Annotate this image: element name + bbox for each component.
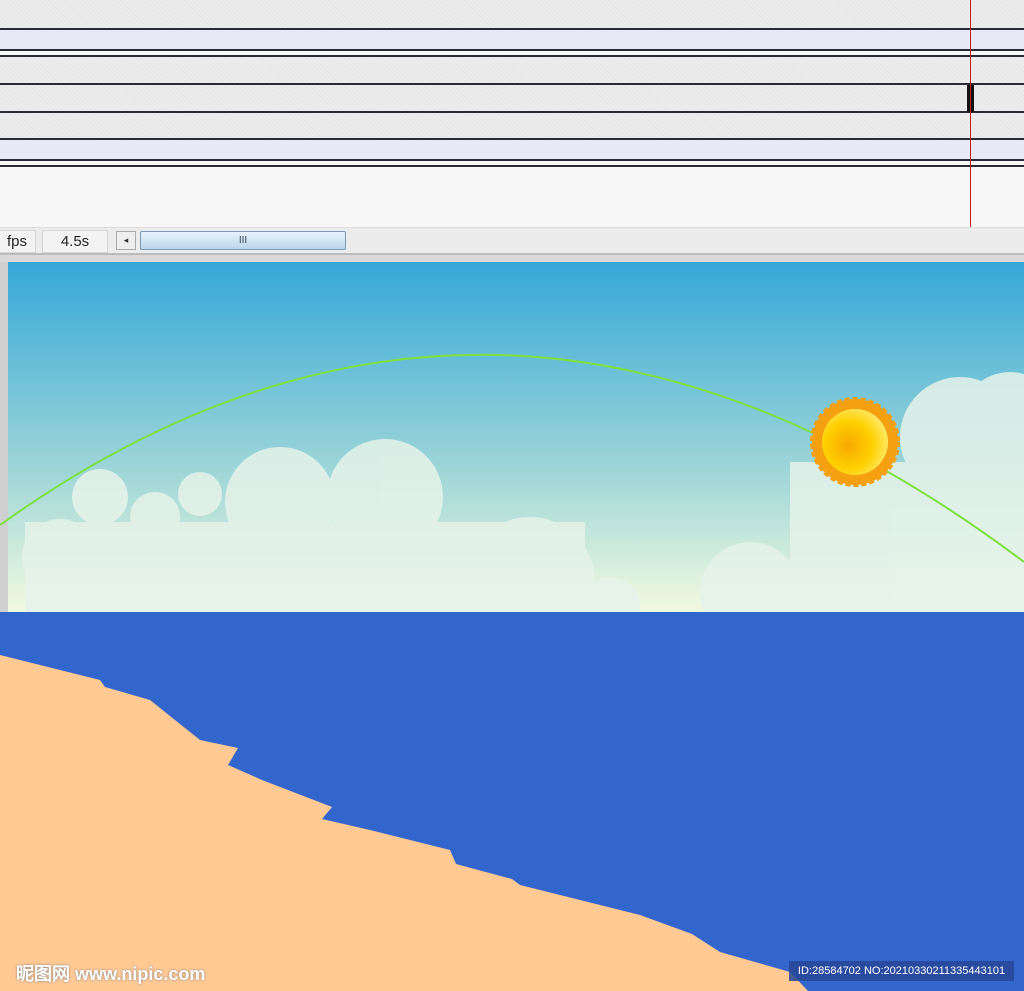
divider [0,111,1024,113]
timeline-layer[interactable] [0,85,1024,112]
timeline-layer[interactable] [0,30,1024,50]
timeline-layer[interactable] [0,113,1024,139]
watermark-logo: 昵图网 www.nipic.com [16,964,206,984]
fps-label: fps [0,230,36,253]
sun[interactable] [810,397,900,487]
divider [0,138,1024,140]
divider [0,49,1024,51]
watermark-id: ID:28584702 NO:20210330211335443101 [789,961,1014,981]
timeline-layer[interactable] [0,57,1024,84]
stage-canvas [0,262,1024,991]
playhead[interactable] [970,0,971,227]
divider [0,83,1024,85]
divider [0,28,1024,30]
timeline-status-bar: fps 4.5s ◂ III [0,227,1024,254]
divider [0,165,1024,167]
divider [0,55,1024,57]
divider [0,159,1024,161]
timeline-panel [0,0,1024,227]
timeline-layer[interactable] [0,140,1024,160]
scrollbar-thumb[interactable]: III [140,231,346,250]
timeline-layer[interactable] [0,0,1024,29]
scroll-left-button[interactable]: ◂ [116,231,136,250]
elapsed-time: 4.5s [42,230,108,253]
